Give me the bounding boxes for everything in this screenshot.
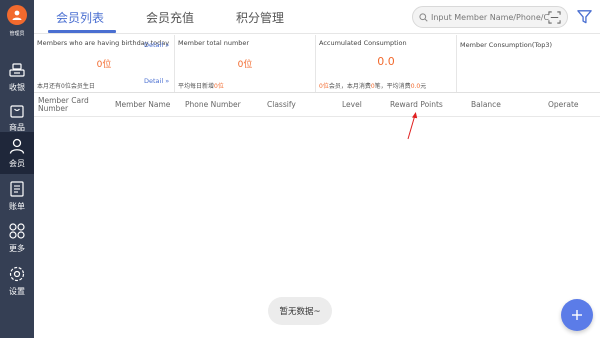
avatar [7, 5, 27, 25]
total-member-count: 0位 [237, 60, 253, 70]
detail-label: Detail [144, 77, 164, 85]
empty-data-toast: 暂无数据~ [268, 297, 332, 325]
cashier-icon [9, 63, 25, 77]
sidebar-item-more[interactable]: 更多 [0, 217, 34, 259]
receipt-icon [10, 181, 24, 197]
sidebar-item-label: 更多 [9, 244, 25, 253]
annotation-arrow [407, 112, 418, 140]
bag-icon [10, 105, 24, 118]
consumption-card: Accumulated Consumption 0.0 0位会员，本月消费0笔，… [316, 35, 457, 92]
column-header-reward-points: Reward Points [390, 100, 443, 109]
sidebar-item-label: 设置 [9, 287, 25, 296]
sidebar-item-bills[interactable]: 账单 [0, 175, 34, 217]
birthday-month-text: 本月还有0位会员生日 [37, 83, 95, 90]
search-icon [419, 12, 428, 22]
consumption-text-b: 笔，平均消费 [374, 83, 411, 90]
daily-new-text: 平均每日新增0位 [178, 81, 224, 90]
admin-profile[interactable]: 管理员 [0, 0, 34, 42]
sidebar: 管理员 收银 商品 会员 账单 更多 设置 [0, 0, 34, 338]
active-tab-indicator [48, 30, 116, 33]
scan-icon[interactable] [548, 11, 561, 24]
total-members-card: Member total number 0位 平均每日新增0位 [175, 35, 316, 92]
card-title: Member Consumption(Top3) [460, 41, 553, 49]
column-header-balance: Balance [471, 100, 501, 109]
sidebar-item-label: 收银 [9, 83, 25, 92]
summary-cards: Members who are having birthday today De… [34, 35, 600, 93]
average-consumption-value: 0.0 [410, 83, 421, 90]
daily-new-value: 0位 [214, 83, 224, 90]
column-header-member-name: Member Name [115, 100, 171, 109]
member-count-value: 0位 [319, 83, 329, 90]
search-box [412, 6, 568, 28]
consumption-text-a: 会员，本月消费 [328, 83, 371, 90]
filter-icon[interactable] [576, 8, 593, 25]
plus-icon [572, 310, 582, 320]
daily-new-label: 平均每日新增 [178, 83, 215, 90]
card-title: Member total number [178, 39, 250, 47]
empty-data-text: 暂无数据~ [279, 307, 321, 317]
tab-member-list[interactable]: 会员列表 [56, 9, 104, 26]
column-header-level: Level [342, 100, 362, 109]
birthday-today-count: 0位 [96, 60, 112, 70]
accumulated-consumption-value: 0.0 [377, 55, 395, 68]
birthday-detail-link-top[interactable]: Detail » [144, 41, 169, 49]
admin-label: 管理员 [9, 31, 25, 37]
column-header-card-number: Member Card Number [38, 96, 89, 113]
sidebar-item-settings[interactable]: 设置 [0, 260, 34, 302]
settings-icon [9, 266, 25, 282]
consumption-text-c: 元 [420, 83, 427, 90]
sidebar-item-label: 商品 [9, 123, 25, 132]
column-header-classify: Classify [267, 100, 296, 109]
user-icon [9, 138, 25, 154]
column-header-operate: Operate [548, 100, 579, 109]
sidebar-item-label: 会员 [9, 159, 25, 168]
top-bar: 会员列表 会员充值 积分管理 [34, 0, 600, 34]
tab-points-management[interactable]: 积分管理 [236, 9, 284, 26]
detail-label: Detail [144, 41, 164, 49]
card-title: Accumulated Consumption [319, 39, 407, 47]
top3-consumption-card: Member Consumption(Top3) [457, 35, 600, 92]
sidebar-item-label: 账单 [9, 202, 25, 211]
search-input[interactable] [431, 12, 549, 22]
birthday-detail-link-bottom[interactable]: Detail » [144, 77, 169, 85]
sidebar-item-members[interactable]: 会员 [0, 132, 34, 174]
user-avatar-icon [12, 10, 22, 20]
tab-member-recharge[interactable]: 会员充值 [146, 9, 194, 26]
add-member-button[interactable] [561, 299, 593, 331]
consumption-summary-text: 0位会员，本月消费0笔，平均消费0.0元 [319, 81, 426, 90]
grid-icon [9, 223, 25, 239]
birthday-card: Members who are having birthday today De… [34, 35, 175, 92]
member-table-header: Member Card Number Member Name Phone Num… [34, 94, 600, 117]
sidebar-item-cashier[interactable]: 收银 [0, 56, 34, 98]
column-header-phone: Phone Number [185, 100, 241, 109]
